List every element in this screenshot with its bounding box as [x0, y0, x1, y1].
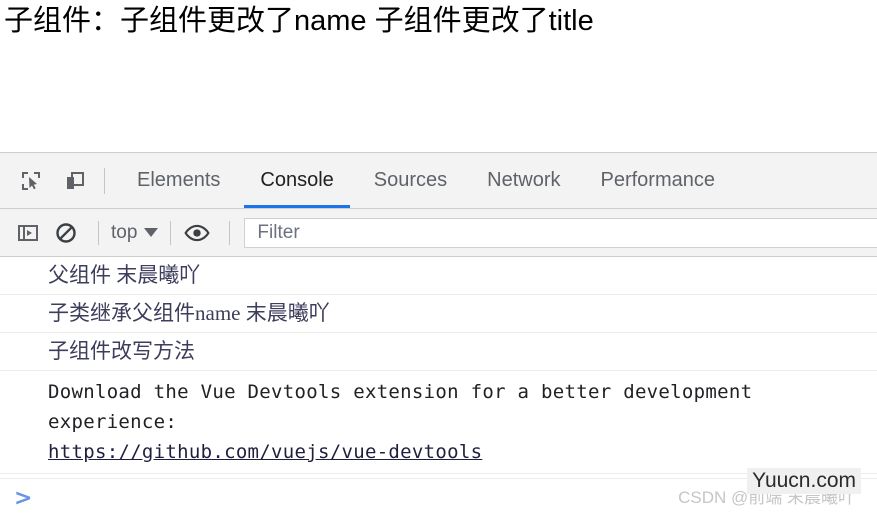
tab-console-label: Console	[260, 169, 334, 191]
chevron-down-icon	[144, 228, 159, 237]
inspect-element-icon[interactable]	[14, 164, 48, 198]
console-sidebar-icon[interactable]	[12, 217, 44, 249]
tab-console[interactable]: Console	[240, 153, 353, 208]
console-filter-input[interactable]: Filter	[244, 217, 877, 248]
rendered-page-area: 子组件：子组件更改了name 子组件更改了title	[0, 0, 877, 152]
tab-sources-label: Sources	[373, 169, 448, 191]
console-message-list: 父组件 末晨曦吖 子类继承父组件name 末晨曦吖 子组件改写方法 Downlo…	[0, 257, 877, 518]
tab-network-label: Network	[487, 169, 561, 191]
devtools-tabbar: Elements Console Sources Network Perform…	[0, 153, 877, 209]
tab-elements-label: Elements	[137, 169, 221, 191]
console-toolbar: top Filter	[0, 209, 877, 257]
console-toolbar-divider-2	[170, 220, 172, 245]
prompt-chevron-icon: >	[14, 485, 33, 511]
vue-devtools-link[interactable]: https://github.com/vuejs/vue-devtools	[48, 441, 482, 463]
console-message: 子类继承父组件name 末晨曦吖	[0, 295, 877, 333]
device-toolbar-icon[interactable]	[58, 164, 92, 198]
toolbar-divider	[104, 167, 105, 194]
clear-console-icon[interactable]	[50, 217, 82, 249]
console-prompt-row[interactable]: >	[0, 478, 877, 518]
vue-devtools-message-text: Download the Vue Devtools extension for …	[48, 381, 753, 433]
console-message: 子组件改写方法	[0, 333, 877, 371]
console-context-selector[interactable]: top	[109, 222, 160, 244]
console-filter-placeholder: Filter	[257, 221, 300, 243]
tab-performance-label: Performance	[600, 169, 716, 191]
tab-elements[interactable]: Elements	[117, 153, 240, 208]
console-toolbar-divider-1	[98, 220, 99, 245]
console-message: 父组件 末晨曦吖	[0, 257, 877, 295]
console-message: Download the Vue Devtools extension for …	[0, 371, 877, 474]
console-context-label: top	[111, 221, 138, 243]
tab-network[interactable]: Network	[467, 153, 580, 208]
tab-performance[interactable]: Performance	[581, 153, 736, 208]
devtools-tab-list: Elements Console Sources Network Perform…	[117, 153, 735, 208]
tab-sources[interactable]: Sources	[354, 153, 467, 208]
console-toolbar-divider-3	[229, 220, 231, 245]
page-title: 子组件：子组件更改了name 子组件更改了title	[4, 5, 594, 37]
devtools-panel: Elements Console Sources Network Perform…	[0, 152, 877, 518]
live-expression-icon[interactable]	[181, 217, 213, 249]
